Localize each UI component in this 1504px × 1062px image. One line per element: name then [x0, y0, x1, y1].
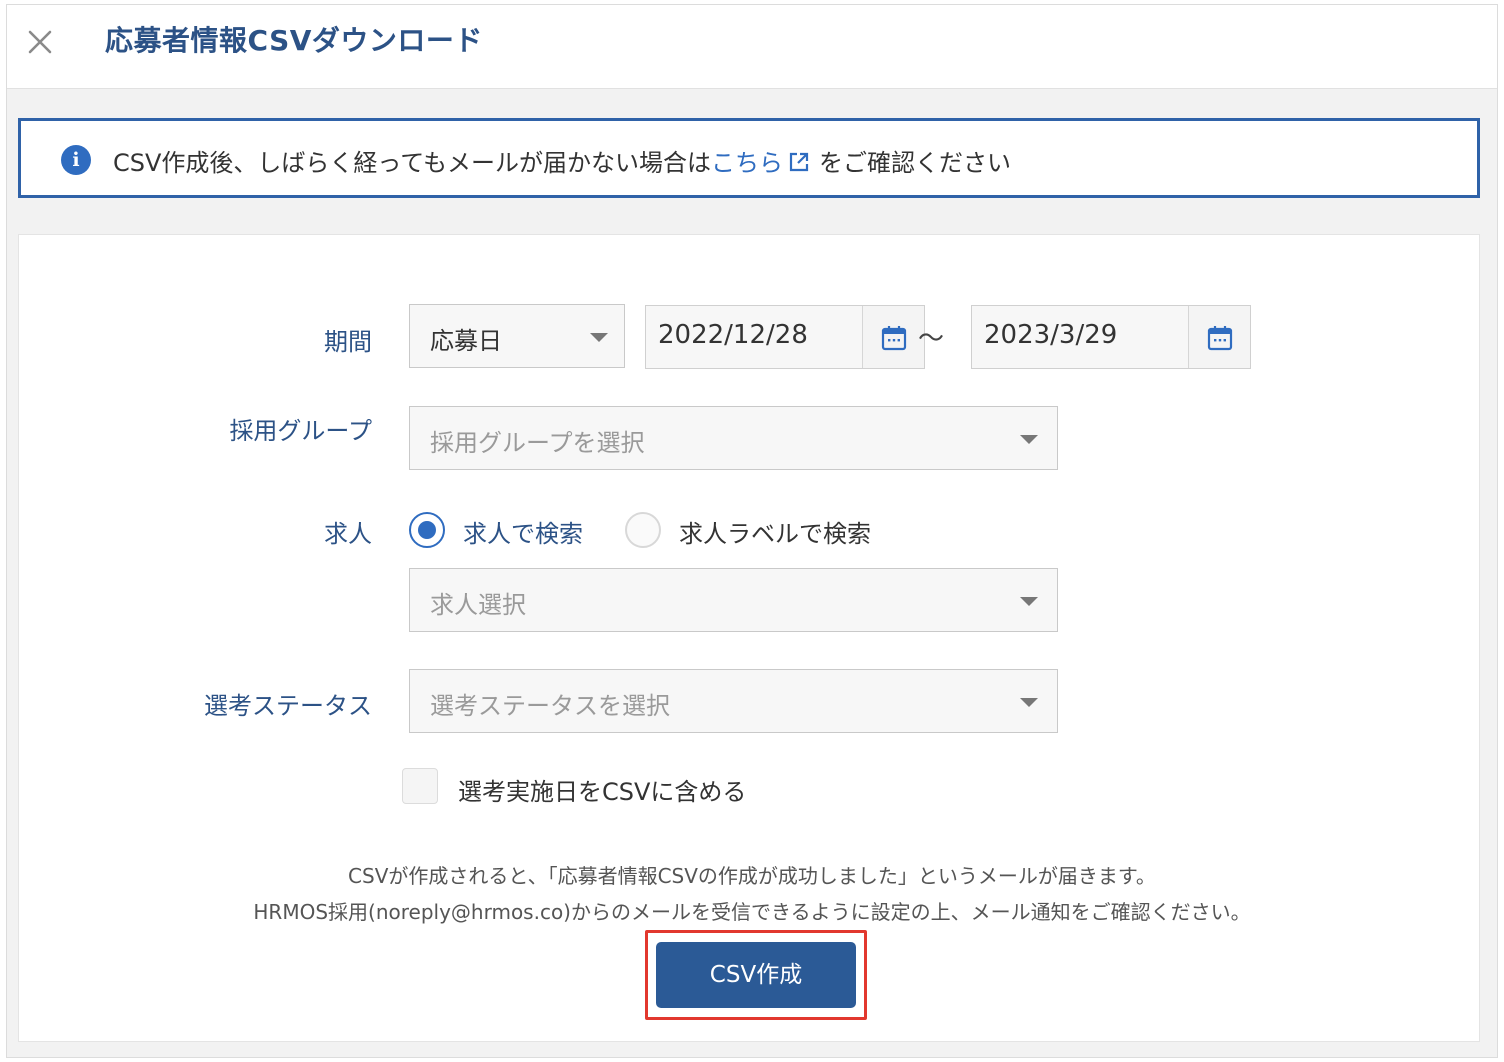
job-placeholder: 求人選択	[430, 591, 526, 619]
radio-search-by-job-label: 求人で検索	[463, 520, 583, 548]
info-notice: i CSV作成後、しばらく経ってもメールが届かない場合はこちら をご確認ください	[18, 118, 1480, 198]
notice-text-before: CSV作成後、しばらく経ってもメールが届かない場合は	[113, 149, 712, 177]
chevron-down-icon	[1020, 597, 1038, 606]
radio-unselected-icon	[625, 512, 661, 548]
note-line-2: HRMOS採用(noreply@hrmos.co)からのメールを受信できるように…	[253, 900, 1251, 924]
dialog-title: 応募者情報CSVダウンロード	[105, 24, 483, 57]
dialog-header: 応募者情報CSVダウンロード	[7, 5, 1497, 89]
job-select[interactable]: 求人選択	[409, 568, 1058, 632]
note-line-1: CSVが作成されると、「応募者情報CSVの作成が成功しました」というメールが届き…	[348, 864, 1156, 888]
group-label: 採用グループ	[229, 417, 372, 445]
calendar-icon[interactable]	[1188, 306, 1250, 368]
include-dates-label: 選考実施日をCSVに含める	[458, 778, 747, 806]
info-icon: i	[61, 145, 91, 175]
job-label: 求人	[324, 520, 372, 548]
notice-link[interactable]: こちら	[711, 149, 783, 177]
include-dates-checkbox[interactable]	[402, 768, 438, 804]
status-select[interactable]: 選考ステータスを選択	[409, 669, 1058, 733]
radio-search-by-job[interactable]: 求人で検索	[409, 512, 609, 552]
external-link-icon[interactable]	[787, 150, 811, 174]
period-type-select[interactable]: 応募日	[409, 304, 625, 368]
period-type-value: 応募日	[430, 327, 502, 355]
start-date-field[interactable]: 2022/12/28	[645, 305, 925, 369]
start-date-value: 2022/12/28	[658, 320, 808, 350]
calendar-icon[interactable]	[862, 306, 924, 368]
end-date-value: 2023/3/29	[984, 320, 1118, 350]
end-date-field[interactable]: 2023/3/29	[971, 305, 1251, 369]
radio-search-by-job-label-tag[interactable]: 求人ラベルで検索	[625, 512, 895, 552]
status-placeholder: 選考ステータスを選択	[430, 692, 670, 720]
notice-message: CSV作成後、しばらく経ってもメールが届かない場合はこちら をご確認ください	[113, 143, 1011, 178]
notice-text-after: をご確認ください	[819, 149, 1012, 177]
chevron-down-icon	[1020, 435, 1038, 444]
csv-create-button[interactable]: CSV作成	[656, 942, 856, 1008]
close-icon[interactable]	[23, 25, 57, 59]
group-select[interactable]: 採用グループを選択	[409, 406, 1058, 470]
chevron-down-icon	[590, 333, 608, 342]
group-placeholder: 採用グループを選択	[430, 429, 645, 457]
radio-search-by-label-label: 求人ラベルで検索	[679, 520, 871, 548]
radio-selected-icon	[409, 512, 445, 548]
period-label: 期間	[324, 328, 372, 356]
chevron-down-icon	[1020, 698, 1038, 707]
status-label: 選考ステータス	[204, 692, 372, 720]
date-range-separator: 〜	[918, 324, 945, 354]
